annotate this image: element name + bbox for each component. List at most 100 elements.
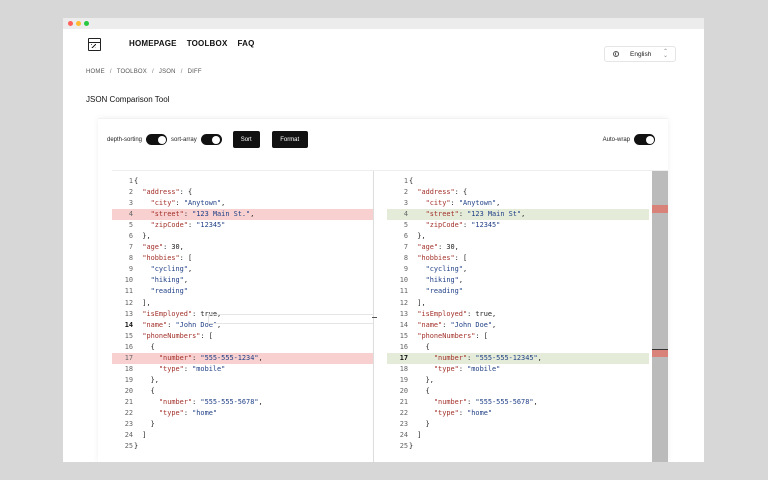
pane-divider-handle[interactable] <box>372 317 377 318</box>
code-line[interactable]: 15 "phoneNumbers": [ <box>387 331 649 342</box>
main-nav: HOMEPAGE TOOLBOX FAQ <box>129 39 265 48</box>
code-line[interactable]: 19 }, <box>112 375 373 386</box>
code-line[interactable]: 9 "cycling", <box>387 264 649 275</box>
code-line[interactable]: 12 ], <box>387 298 649 309</box>
language-select[interactable]: English ⌃ ⌄ <box>604 46 676 62</box>
line-number: 7 <box>403 243 408 252</box>
maximize-window-dot[interactable] <box>84 21 89 26</box>
depth-sorting-toggle[interactable] <box>146 134 168 145</box>
code-line[interactable]: 7 "age": 30, <box>112 242 373 253</box>
code-line[interactable]: 17 "number": "555-555-12345", <box>387 352 649 364</box>
code-text: "hobbies": [ <box>142 254 193 263</box>
code-line[interactable]: 22 "type": "home" <box>112 408 373 419</box>
diff-tool-card: depth-sorting sort-array Sort Format Aut… <box>98 118 668 462</box>
code-line[interactable]: 17 "number": "555-555-1234", <box>112 352 373 364</box>
code-text: "reading" <box>150 287 188 296</box>
line-number: 1 <box>128 177 133 185</box>
sort-array-toggle[interactable] <box>200 134 222 145</box>
code-line[interactable]: 18 "type": "mobile" <box>387 364 649 375</box>
diff-overview-scrollbar[interactable] <box>652 171 668 462</box>
code-line[interactable]: 6 }, <box>387 231 649 242</box>
breadcrumb-home[interactable]: HOME <box>86 69 105 75</box>
code-line[interactable]: 3 "city": "Anytown", <box>112 198 373 209</box>
line-number: 23 <box>399 420 408 429</box>
breadcrumb-json[interactable]: JSON <box>159 69 176 75</box>
code-line[interactable]: 18 "type": "mobile" <box>112 364 373 375</box>
code-line[interactable]: 4 "street": "123 Main St.", <box>112 209 373 221</box>
nav-toolbox[interactable]: TOOLBOX <box>187 39 228 48</box>
nav-faq[interactable]: FAQ <box>238 39 255 48</box>
code-line[interactable]: 4 "street": "123 Main St", <box>387 209 649 221</box>
code-line[interactable]: 24 ] <box>387 430 649 441</box>
modified-json-pane[interactable]: 1{2 "address": {3 "city": "Anytown", 4 "s… <box>387 171 649 462</box>
line-number: 16 <box>124 342 133 351</box>
code-line[interactable]: 21 "number": "555-555-5678", <box>387 397 649 408</box>
code-line[interactable]: 21 "number": "555-555-5678", <box>112 397 373 408</box>
code-line[interactable]: 1{ <box>112 176 373 187</box>
line-number: 7 <box>128 243 133 252</box>
code-text: "phoneNumbers": [ <box>142 331 213 340</box>
nav-homepage[interactable]: HOMEPAGE <box>129 39 177 48</box>
minimize-window-dot[interactable] <box>76 21 81 26</box>
code-text: { <box>409 177 414 185</box>
line-number: 9 <box>403 265 408 274</box>
code-text: "type": "home" <box>158 408 218 417</box>
code-text: "cycling", <box>150 265 193 274</box>
line-number: 2 <box>403 188 408 197</box>
code-line[interactable]: 23 } <box>112 419 373 430</box>
code-line[interactable]: 19 }, <box>387 375 649 386</box>
code-line[interactable]: 15 "phoneNumbers": [ <box>112 331 373 342</box>
code-line[interactable]: 6 }, <box>112 231 373 242</box>
breadcrumb-toolbox[interactable]: TOOLBOX <box>117 69 147 75</box>
code-line[interactable]: 20 { <box>112 386 373 397</box>
code-line[interactable]: 2 "address": { <box>387 187 649 198</box>
code-line[interactable]: 12 ], <box>112 298 373 309</box>
code-line[interactable]: 9 "cycling", <box>112 264 373 275</box>
line-number: 14 <box>124 320 133 329</box>
line-number: 24 <box>124 431 133 440</box>
code-line[interactable]: 5 "zipCode": "12345" <box>387 220 649 231</box>
code-line[interactable]: 11 "reading" <box>112 286 373 297</box>
code-line[interactable]: 8 "hobbies": [ <box>387 253 649 264</box>
code-text: "phoneNumbers": [ <box>417 331 488 340</box>
code-text: "name": "John Doe", <box>417 320 497 329</box>
code-line[interactable]: 7 "age": 30, <box>387 242 649 253</box>
code-line[interactable]: 25} <box>387 441 649 452</box>
code-text: "hiking", <box>425 276 463 285</box>
code-line[interactable]: 8 "hobbies": [ <box>112 253 373 264</box>
code-line[interactable]: 16 { <box>112 342 373 353</box>
code-line[interactable]: 24 ] <box>112 430 373 441</box>
close-window-dot[interactable] <box>68 21 73 26</box>
code-text: } <box>134 420 155 429</box>
format-button[interactable]: Format <box>271 131 308 148</box>
code-line[interactable]: 13 "isEmployed": true, <box>387 309 649 320</box>
line-number: 20 <box>399 386 408 395</box>
code-line[interactable]: 23 } <box>387 419 649 430</box>
code-line[interactable]: 16 { <box>387 342 649 353</box>
code-text: "age": 30, <box>417 243 459 252</box>
code-line[interactable]: 10 "hiking", <box>112 275 373 286</box>
line-number: 4 <box>128 210 133 219</box>
code-line[interactable]: 3 "city": "Anytown", <box>387 198 649 209</box>
code-text: "address": { <box>417 188 468 197</box>
line-number: 6 <box>128 232 133 241</box>
code-line[interactable]: 11 "reading" <box>387 286 649 297</box>
code-line[interactable]: 10 "hiking", <box>387 275 649 286</box>
code-line[interactable]: 5 "zipCode": "12345" <box>112 220 373 231</box>
code-text: "street": "123 Main St", <box>425 210 526 219</box>
sort-button[interactable]: Sort <box>232 131 260 148</box>
site-logo-icon[interactable] <box>88 38 101 51</box>
diff-editor: 1{2 "address": {3 "city": "Anytown", 4 "s… <box>112 170 668 462</box>
line-number: 12 <box>124 298 133 307</box>
code-line[interactable]: 2 "address": { <box>112 187 373 198</box>
auto-wrap-toggle[interactable] <box>634 134 655 145</box>
code-text: }, <box>134 232 151 241</box>
code-line[interactable]: 20 { <box>387 386 649 397</box>
line-number: 10 <box>124 276 133 285</box>
code-line[interactable]: 25} <box>112 441 373 452</box>
code-line[interactable]: 1{ <box>387 176 649 187</box>
code-text: "cycling", <box>425 265 468 274</box>
code-line[interactable]: 14 "name": "John Doe", <box>387 320 649 331</box>
line-number: 16 <box>399 342 408 351</box>
code-line[interactable]: 22 "type": "home" <box>387 408 649 419</box>
